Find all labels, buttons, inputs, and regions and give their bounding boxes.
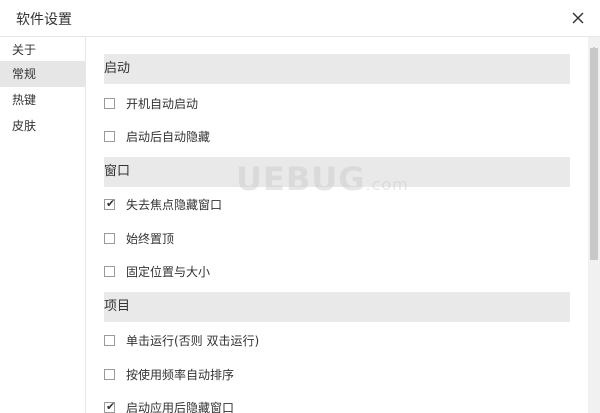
sidebar-item-general[interactable]: 常规: [0, 61, 85, 87]
section-header-startup: 启动: [104, 54, 570, 84]
section-title: 项目: [104, 299, 131, 314]
sidebar-item-about[interactable]: 关于: [0, 37, 85, 63]
checkbox[interactable]: [104, 98, 115, 109]
sidebar: 关于 常规 热键 皮肤: [0, 37, 85, 413]
option-label: 失去焦点隐藏窗口: [126, 198, 223, 212]
option-label: 启动后自动隐藏: [126, 130, 211, 144]
option-label: 固定位置与大小: [126, 265, 211, 279]
checkbox[interactable]: ✔: [104, 197, 116, 210]
checkbox[interactable]: [104, 266, 115, 277]
check-icon: ✔: [106, 197, 116, 210]
sidebar-item-hotkeys[interactable]: 热键: [0, 87, 85, 113]
scrollbar-thumb[interactable]: [590, 48, 598, 260]
title-bar: 软件设置: [0, 0, 600, 36]
scroll-up-icon[interactable]: [589, 38, 599, 51]
checkbox[interactable]: [104, 233, 115, 244]
settings-panel: 启动 开机自动启动 启动后自动隐藏 窗口 ✔ 失去焦点隐藏窗口 始终置顶 固定位…: [86, 37, 600, 413]
section-title: 窗口: [104, 164, 131, 179]
settings-window: 软件设置 关于 常规 热键 皮肤 启动 开机自动启动 启动后自动隐藏 窗口 ✔ …: [0, 0, 600, 413]
option-label: 按使用频率自动排序: [126, 368, 235, 382]
section-header-window: 窗口: [104, 157, 570, 187]
checkbox[interactable]: [104, 335, 115, 346]
option-label: 单击运行(否则 双击运行): [126, 334, 260, 348]
checkbox[interactable]: ✔: [104, 400, 116, 413]
window-title: 软件设置: [16, 12, 72, 28]
option-label: 启动应用后隐藏窗口: [126, 401, 235, 413]
option-label: 开机自动启动: [126, 97, 199, 111]
section-title: 启动: [104, 61, 131, 76]
checkbox[interactable]: [104, 369, 115, 380]
checkbox[interactable]: [104, 131, 115, 142]
check-icon: ✔: [106, 400, 116, 413]
option-label: 始终置顶: [126, 232, 175, 246]
close-icon[interactable]: [566, 6, 590, 30]
sidebar-item-skin[interactable]: 皮肤: [0, 113, 85, 139]
section-header-items: 项目: [104, 292, 570, 322]
